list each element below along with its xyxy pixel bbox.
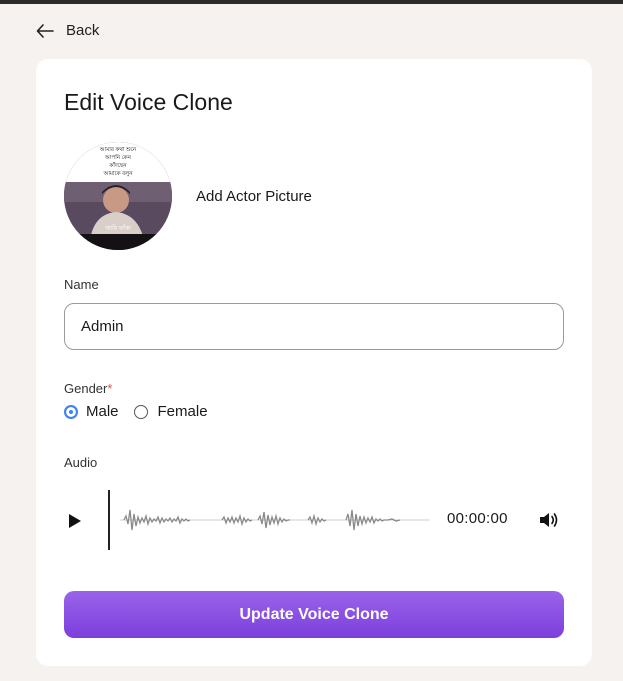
actor-avatar[interactable]: আমি ফাঁকা আমার কথা শুনে আপনি কেন কাঁদছেন… <box>64 142 172 250</box>
name-input[interactable] <box>64 303 564 350</box>
arrow-left-icon <box>36 23 54 38</box>
name-label: Name <box>64 277 99 292</box>
avatar-text-line: আমাকে বলুন <box>102 171 133 177</box>
gender-label: Gender* <box>64 381 112 396</box>
playhead[interactable] <box>108 490 110 550</box>
radio-label-female: Female <box>157 403 208 420</box>
radio-male[interactable] <box>64 404 78 419</box>
radio-female[interactable] <box>133 404 148 419</box>
back-label: Back <box>66 22 100 39</box>
avatar-text-line: আমার কথা শুনে <box>99 147 137 153</box>
gender-radio-group: Male Female <box>64 403 208 420</box>
gender-option-female[interactable]: Female <box>133 403 208 420</box>
avatar-subtitle: আমি ফাঁকা <box>104 224 131 232</box>
update-voice-clone-button[interactable]: Update Voice Clone <box>64 591 564 638</box>
avatar-image: আমি ফাঁকা আমার কথা শুনে আপনি কেন কাঁদছেন… <box>64 142 172 250</box>
radio-label-male: Male <box>86 403 119 420</box>
top-border <box>0 0 623 4</box>
volume-icon[interactable] <box>539 511 559 529</box>
waveform[interactable] <box>120 504 430 536</box>
audio-player: 00:00:00 <box>64 490 564 552</box>
page-title: Edit Voice Clone <box>64 89 233 115</box>
required-mark: * <box>107 381 113 396</box>
edit-voice-card: Edit Voice Clone আমি ফাঁকা আমার কথা শুনে… <box>36 59 592 666</box>
add-actor-picture-link[interactable]: Add Actor Picture <box>196 188 312 205</box>
audio-label: Audio <box>64 455 98 470</box>
avatar-text-line: কাঁদছেন <box>108 161 127 169</box>
gender-label-text: Gender <box>64 381 108 396</box>
back-button[interactable]: Back <box>36 22 99 39</box>
play-icon[interactable] <box>68 513 82 529</box>
audio-time: 00:00:00 <box>447 510 508 527</box>
gender-option-male[interactable]: Male <box>64 403 119 420</box>
avatar-text-line: আপনি কেন <box>104 154 132 161</box>
